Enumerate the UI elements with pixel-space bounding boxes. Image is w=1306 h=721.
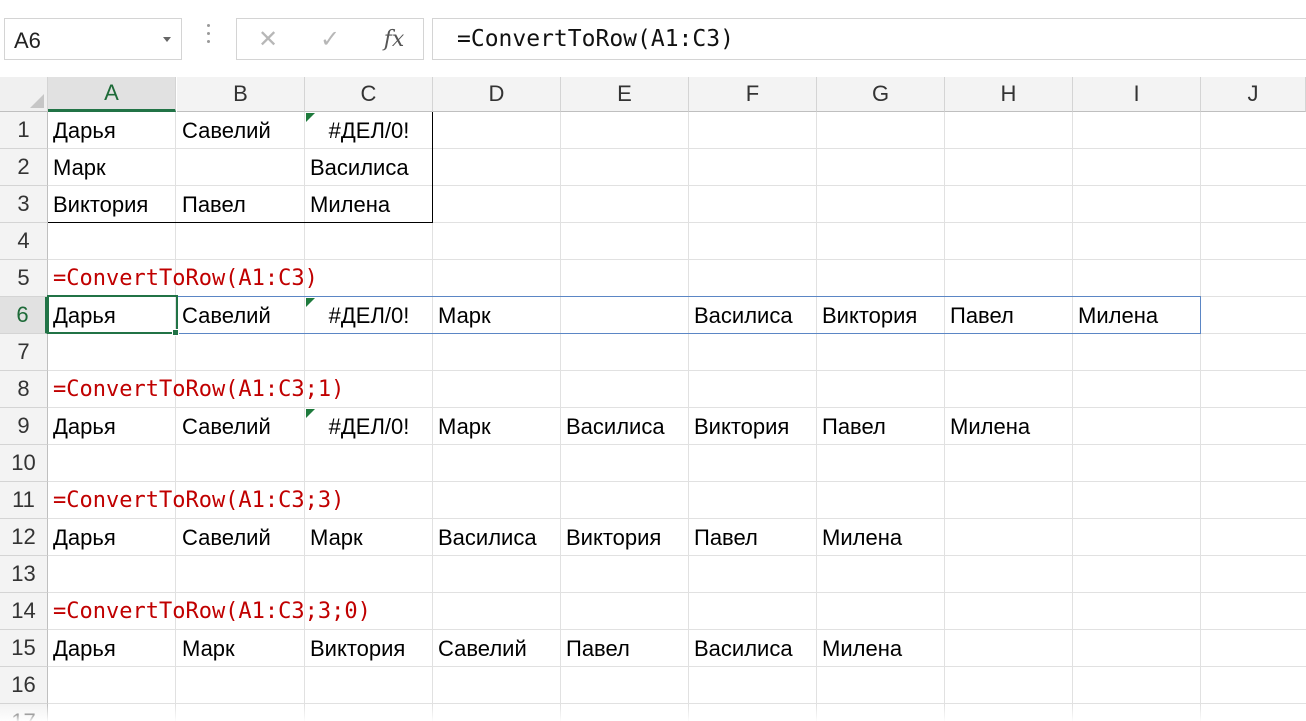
row-header-13[interactable]: 13 <box>0 556 48 593</box>
cell-g12[interactable]: Милена <box>817 519 945 556</box>
cell-a8[interactable]: =ConvertToRow(A1:C3;1) <box>48 371 344 408</box>
formula-text: =ConvertToRow(A1:C3) <box>457 26 734 52</box>
name-box-value: A6 <box>14 28 41 53</box>
spill-range-border <box>48 296 1201 334</box>
cell-a5[interactable]: =ConvertToRow(A1:C3) <box>48 260 318 297</box>
cancel-icon[interactable]: ✕ <box>243 19 293 59</box>
formula-input[interactable]: =ConvertToRow(A1:C3) <box>432 18 1306 60</box>
row-header-6[interactable]: 6 <box>0 297 48 334</box>
column-header-f[interactable]: F <box>689 77 817 112</box>
row-header-5[interactable]: 5 <box>0 260 48 297</box>
row-header-15[interactable]: 15 <box>0 630 48 667</box>
row-header-14[interactable]: 14 <box>0 593 48 630</box>
formula-bar: A6 ✕ ✓ fx =ConvertToRow(A1:C3) <box>0 0 1306 77</box>
drag-handle-icon[interactable] <box>205 24 211 50</box>
cell-g15[interactable]: Милена <box>817 630 945 667</box>
column-header-b[interactable]: B <box>177 77 305 112</box>
gridline-column <box>1200 112 1201 721</box>
row-header-8[interactable]: 8 <box>0 371 48 408</box>
column-header-g[interactable]: G <box>817 77 945 112</box>
cell-f15[interactable]: Василиса <box>689 630 817 667</box>
cell-d15[interactable]: Савелий <box>433 630 561 667</box>
cell-h9[interactable]: Милена <box>945 408 1073 445</box>
column-header-h[interactable]: H <box>945 77 1073 112</box>
row-header-12[interactable]: 12 <box>0 519 48 556</box>
gridline-row <box>48 703 1306 704</box>
column-header-e[interactable]: E <box>561 77 689 112</box>
row-header-2[interactable]: 2 <box>0 149 48 186</box>
column-header-a[interactable]: A <box>48 77 176 112</box>
row-header-11[interactable]: 11 <box>0 482 48 519</box>
cell-a9[interactable]: Дарья <box>48 408 176 445</box>
cell-b9[interactable]: Савелий <box>177 408 305 445</box>
select-all-button[interactable] <box>0 77 48 112</box>
column-header-d[interactable]: D <box>433 77 561 112</box>
row-header-4[interactable]: 4 <box>0 223 48 260</box>
cell-f12[interactable]: Павел <box>689 519 817 556</box>
column-header-i[interactable]: I <box>1073 77 1201 112</box>
row-header-3[interactable]: 3 <box>0 186 48 223</box>
row-header-7[interactable]: 7 <box>0 334 48 371</box>
cell-b12[interactable]: Савелий <box>177 519 305 556</box>
cell-d9[interactable]: Марк <box>433 408 561 445</box>
cell-g9[interactable]: Павел <box>817 408 945 445</box>
formula-buttons: ✕ ✓ fx <box>236 18 424 60</box>
cell-a12[interactable]: Дарья <box>48 519 176 556</box>
cell-e15[interactable]: Павел <box>561 630 689 667</box>
active-cell-border[interactable] <box>47 295 178 334</box>
column-header-c[interactable]: C <box>305 77 433 112</box>
row-header-1[interactable]: 1 <box>0 112 48 149</box>
cell-a11[interactable]: =ConvertToRow(A1:C3;3) <box>48 482 344 519</box>
select-all-icon <box>30 94 44 108</box>
enter-icon[interactable]: ✓ <box>305 19 355 59</box>
cell-d12[interactable]: Василиса <box>433 519 561 556</box>
cell-a14[interactable]: =ConvertToRow(A1:C3;3;0) <box>48 593 371 630</box>
row-header-16[interactable]: 16 <box>0 667 48 704</box>
insert-function-icon[interactable]: fx <box>369 19 419 59</box>
source-range-border <box>48 112 433 223</box>
name-box[interactable]: A6 <box>4 18 182 60</box>
cell-e9[interactable]: Василиса <box>561 408 689 445</box>
cell-e12[interactable]: Виктория <box>561 519 689 556</box>
cell-f9[interactable]: Виктория <box>689 408 817 445</box>
row-header-9[interactable]: 9 <box>0 408 48 445</box>
cell-c9[interactable]: #ДЕЛ/0! <box>305 408 433 445</box>
fill-handle[interactable] <box>172 329 179 336</box>
cell-c15[interactable]: Виктория <box>305 630 433 667</box>
worksheet-grid[interactable]: ABCDEFGHIJ 1234567891011121314151617 Дар… <box>0 77 1306 721</box>
row-header-10[interactable]: 10 <box>0 445 48 482</box>
cell-c12[interactable]: Марк <box>305 519 433 556</box>
cell-a15[interactable]: Дарья <box>48 630 176 667</box>
bottom-fade <box>0 705 1306 721</box>
chevron-down-icon[interactable] <box>163 37 171 42</box>
cell-b15[interactable]: Марк <box>177 630 305 667</box>
column-header-j[interactable]: J <box>1201 77 1306 112</box>
